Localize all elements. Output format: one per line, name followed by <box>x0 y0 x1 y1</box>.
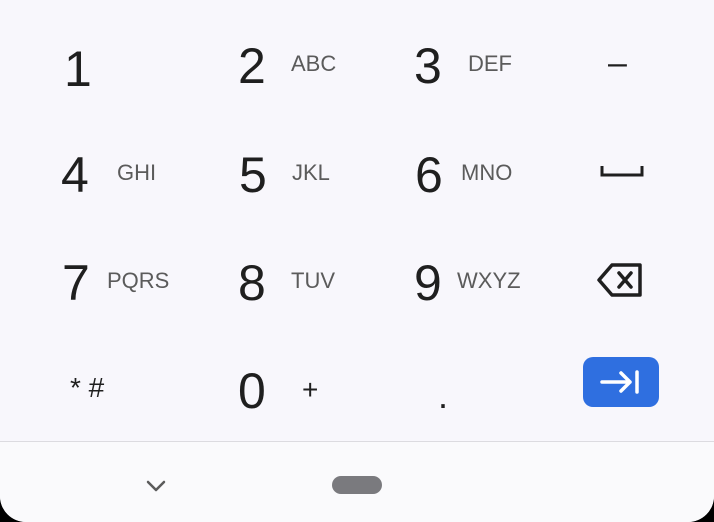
key-4[interactable]: 4 GHI <box>20 116 180 224</box>
key-8[interactable]: 8 TUV <box>195 224 355 332</box>
key-6-digit: 6 <box>415 147 443 203</box>
navigation-bar <box>0 442 714 522</box>
key-1-digit: 1 <box>64 41 92 97</box>
key-0[interactable]: 0 + <box>195 332 355 440</box>
backspace-icon <box>597 263 642 297</box>
key-1[interactable]: 1 <box>20 8 170 116</box>
star-hash-label: * # <box>70 372 105 403</box>
minus-label: – <box>608 44 627 82</box>
key-8-digit: 8 <box>238 255 266 311</box>
star-hash-key[interactable]: * # <box>20 332 180 440</box>
period-label: . <box>438 375 449 416</box>
chevron-down-icon[interactable] <box>144 478 168 494</box>
key-4-letters: GHI <box>117 160 157 185</box>
key-2-digit: 2 <box>238 38 266 94</box>
key-2-letters: ABC <box>291 51 337 76</box>
key-9-letters: WXYZ <box>457 268 521 293</box>
key-4-digit: 4 <box>61 147 89 203</box>
space-bar-icon <box>600 166 644 177</box>
tab-next-icon <box>600 370 639 394</box>
period-key[interactable]: . <box>370 332 530 440</box>
key-0-letters: + <box>302 374 319 405</box>
key-0-digit: 0 <box>238 363 266 419</box>
key-3-letters: DEF <box>468 51 512 76</box>
key-7-digit: 7 <box>62 255 90 311</box>
key-9[interactable]: 9 WXYZ <box>370 224 530 332</box>
key-6[interactable]: 6 MNO <box>370 116 530 224</box>
key-3-digit: 3 <box>414 38 442 94</box>
key-5-digit: 5 <box>239 147 267 203</box>
backspace-key[interactable] <box>560 224 680 332</box>
numeric-keypad: 1 2 ABC 3 DEF – 4 GHI 5 JKL 6 MNO 7 PQRS… <box>0 0 710 442</box>
key-9-digit: 9 <box>414 255 442 311</box>
key-2[interactable]: 2 ABC <box>195 8 355 116</box>
tab-next-key[interactable] <box>583 357 659 407</box>
home-pill-handle[interactable] <box>332 476 382 494</box>
space-key[interactable] <box>560 116 680 224</box>
minus-key[interactable]: – <box>560 8 680 116</box>
key-8-letters: TUV <box>291 268 335 293</box>
key-5-letters: JKL <box>292 160 330 185</box>
key-5[interactable]: 5 JKL <box>195 116 355 224</box>
key-7[interactable]: 7 PQRS <box>20 224 180 332</box>
key-7-letters: PQRS <box>107 268 170 293</box>
keyboard-screen: 1 2 ABC 3 DEF – 4 GHI 5 JKL 6 MNO 7 PQRS… <box>0 0 714 522</box>
key-3[interactable]: 3 DEF <box>370 8 530 116</box>
key-6-letters: MNO <box>461 160 513 185</box>
